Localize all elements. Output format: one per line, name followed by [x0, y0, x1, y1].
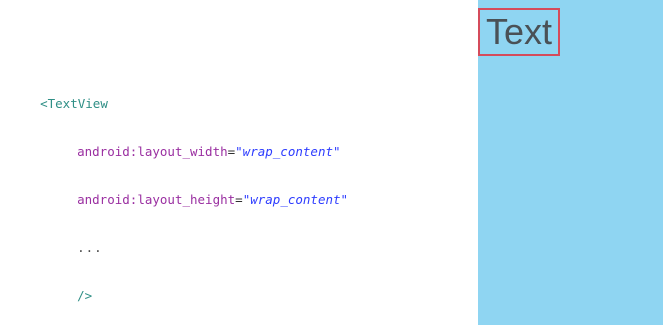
code-line-2: android:layout_width="wrap_content": [10, 128, 430, 176]
code-line-3: android:layout_height="wrap_content": [10, 176, 430, 224]
layout-height-value: "wrap_content": [242, 192, 349, 207]
layout-width-value: "wrap_content": [235, 144, 341, 159]
textview-close-tag: />: [77, 288, 93, 303]
layout-height-attr: android:layout_height: [77, 192, 236, 207]
code-line-4: ...: [10, 224, 430, 272]
code-line-5: />: [10, 272, 430, 320]
code-line-1: <TextView: [10, 80, 430, 128]
layout-width-attr: android:layout_width: [77, 144, 228, 159]
layout-preview: Text: [478, 0, 663, 325]
code-ellipsis: ...: [77, 240, 103, 255]
layout-height-equals: =: [235, 192, 243, 207]
textview-preview: Text: [478, 8, 561, 56]
textview-label: Text: [486, 11, 553, 52]
textview-open-tag: <TextView: [40, 96, 108, 111]
xml-code-block: <TextView android:layout_width="wrap_con…: [10, 80, 430, 320]
